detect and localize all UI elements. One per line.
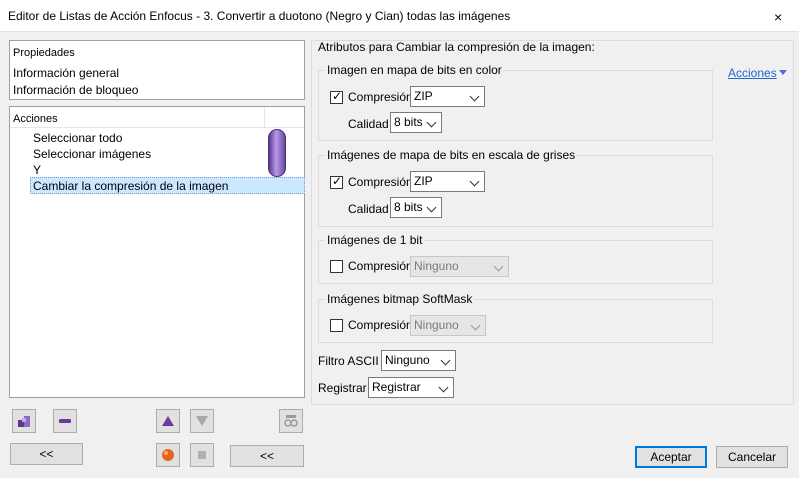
softmask-compression-checkbox[interactable] — [330, 319, 343, 332]
actions-header: Acciones — [13, 113, 58, 125]
group-gray-bitmap — [318, 155, 713, 227]
remove-action-button[interactable] — [53, 409, 77, 433]
acciones-link-label: Acciones — [728, 66, 777, 80]
gray-quality-label: Calidad — [348, 202, 389, 216]
color-quality-select[interactable]: 8 bits — [390, 112, 442, 133]
color-quality-label: Calidad — [348, 117, 389, 131]
group-gray-bitmap-label: Imágenes de mapa de bits en escala de gr… — [325, 148, 578, 162]
collapse-left-button[interactable]: << — [10, 443, 83, 465]
onebit-compression-select: Ninguno — [410, 256, 509, 277]
close-button[interactable]: × — [768, 6, 788, 26]
ascii-filter-select[interactable]: Ninguno — [381, 350, 456, 371]
collapse-right-button[interactable]: << — [230, 445, 304, 467]
group-softmask-label: Imágenes bitmap SoftMask — [325, 292, 475, 306]
property-item-general-info[interactable]: Información general — [13, 66, 119, 80]
color-compression-value: ZIP — [414, 89, 433, 103]
preview-button[interactable] — [279, 409, 303, 433]
chevron-down-icon — [426, 117, 437, 128]
chevron-down-icon — [470, 320, 481, 331]
capsule-icon — [268, 129, 286, 177]
header-divider — [10, 127, 304, 128]
chevron-down-icon — [426, 202, 437, 213]
chevron-down-icon — [469, 176, 480, 187]
onebit-compression-value: Ninguno — [414, 259, 459, 273]
ok-button[interactable]: Aceptar — [635, 446, 707, 468]
close-icon: × — [774, 9, 783, 25]
action-item-select-all[interactable]: Seleccionar todo — [33, 131, 122, 145]
softmask-compression-select: Ninguno — [410, 315, 486, 336]
chevron-down-icon — [469, 91, 480, 102]
gray-compression-checkbox[interactable]: ✓ — [330, 174, 343, 189]
dropdown-arrow-icon — [778, 70, 787, 75]
glasses-icon — [284, 415, 298, 427]
attributes-title: Atributos para Cambiar la compresión de … — [318, 40, 595, 54]
stop-button[interactable] — [190, 443, 214, 467]
action-item-change-image-compression[interactable]: Cambiar la compresión de la imagen — [33, 179, 228, 193]
chevron-down-icon — [493, 261, 504, 272]
record-icon — [162, 449, 174, 461]
softmask-compression-label: Compresión — [348, 318, 413, 332]
register-select[interactable]: Registrar — [368, 377, 454, 398]
action-item-select-images[interactable]: Seleccionar imágenes — [33, 147, 151, 161]
gray-compression-select[interactable]: ZIP — [410, 171, 485, 192]
register-value: Registrar — [372, 380, 421, 394]
ascii-filter-label: Filtro ASCII — [318, 354, 379, 368]
onebit-compression-label: Compresión — [348, 259, 413, 273]
gray-compression-label: Compresión — [348, 175, 413, 189]
color-compression-label: Compresión — [348, 90, 413, 104]
properties-header: Propiedades — [13, 47, 75, 59]
title-bar: Editor de Listas de Acción Enfocus - 3. … — [0, 0, 799, 32]
properties-panel: Propiedades Información general Informac… — [9, 40, 305, 100]
record-button[interactable] — [156, 443, 180, 467]
onebit-compression-checkbox[interactable] — [330, 260, 343, 273]
stop-icon — [198, 451, 206, 459]
gray-quality-value: 8 bits — [394, 200, 423, 214]
checkmark-icon: ✓ — [332, 174, 343, 188]
window-title: Editor de Listas de Acción Enfocus - 3. … — [8, 9, 511, 23]
softmask-compression-value: Ninguno — [414, 318, 459, 332]
color-quality-value: 8 bits — [394, 115, 423, 129]
move-up-button[interactable] — [156, 409, 180, 433]
actions-panel: Acciones Seleccionar todo Seleccionar im… — [9, 106, 305, 398]
chevron-down-icon — [438, 382, 449, 393]
color-compression-checkbox[interactable]: ✓ — [330, 89, 343, 104]
checkmark-icon: ✓ — [332, 89, 343, 103]
color-compression-select[interactable]: ZIP — [410, 86, 485, 107]
cancel-button[interactable]: Cancelar — [716, 446, 788, 468]
property-item-lock-info[interactable]: Información de bloqueo — [13, 83, 138, 97]
add-action-button[interactable] — [12, 409, 36, 433]
ascii-filter-value: Ninguno — [385, 353, 430, 367]
acciones-menu-link[interactable]: Acciones — [728, 66, 787, 80]
action-item-and[interactable]: Y — [33, 163, 41, 177]
add-action-icon — [18, 416, 30, 427]
register-label: Registrar — [318, 381, 367, 395]
move-up-icon — [162, 416, 174, 426]
gray-compression-value: ZIP — [414, 174, 433, 188]
group-color-bitmap-label: Imagen en mapa de bits en color — [325, 63, 504, 77]
move-down-button[interactable] — [190, 409, 214, 433]
gray-quality-select[interactable]: 8 bits — [390, 197, 442, 218]
column-divider — [264, 107, 265, 127]
group-one-bit-label: Imágenes de 1 bit — [325, 233, 425, 247]
remove-action-icon — [59, 419, 71, 423]
chevron-down-icon — [440, 355, 451, 366]
move-down-icon — [196, 416, 208, 426]
